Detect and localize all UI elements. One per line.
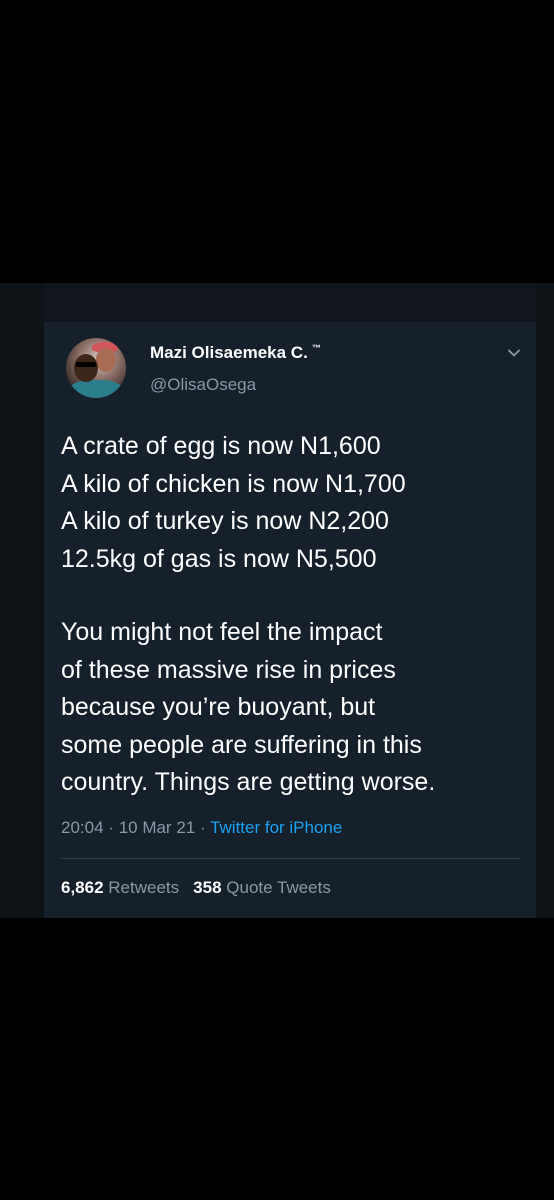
quote-label: Quote Tweets [226, 878, 331, 897]
avatar-face-right [96, 348, 116, 372]
avatar-glasses [76, 362, 96, 367]
display-name-text: Mazi Olisaemeka C. [150, 343, 308, 362]
tweet-line: because you’re buoyant, but [61, 693, 376, 721]
chevron-down-icon[interactable] [505, 344, 523, 362]
tweet-line: some people are suffering in this [61, 730, 422, 759]
retweets-label: Retweets [108, 878, 180, 897]
tweet-line: country. Things are getting worse. [61, 768, 436, 796]
tweet-line: You might not feel the impact [61, 618, 383, 646]
retweets-stat[interactable]: 6,862 Retweets [61, 878, 179, 897]
trademark-symbol: ™ [311, 343, 321, 353]
tweet-text: A crate of egg is now N1,600 A kilo of c… [61, 428, 531, 802]
tweet-date[interactable]: 10 Mar 21 [119, 818, 196, 837]
avatar-face-left [74, 354, 98, 382]
avatar[interactable] [66, 338, 126, 398]
tweet-time[interactable]: 20:04 [61, 818, 104, 837]
tweet-line: 12.5kg of gas is now N5,500 [61, 544, 377, 573]
quote-tweets-stat[interactable]: 358 Quote Tweets [193, 878, 331, 897]
tweet-card: Mazi Olisaemeka C. ™ @OlisaOsega A crate … [44, 322, 536, 918]
tweet-line: A crate of egg is now N1,600 [61, 432, 381, 460]
meta-separator: · [108, 818, 114, 837]
tweet-meta: 20:04 · 10 Mar 21 · Twitter for iPhone [61, 818, 342, 838]
tweet-source-link[interactable]: Twitter for iPhone [210, 818, 342, 837]
display-name[interactable]: Mazi Olisaemeka C. ™ [150, 343, 321, 363]
retweets-count: 6,862 [61, 878, 104, 897]
tweet-line: A kilo of turkey is now N2,200 [61, 507, 389, 535]
user-handle[interactable]: @OlisaOsega [150, 375, 256, 395]
divider [61, 858, 520, 859]
tweet-line: A kilo of chicken is now N1,700 [61, 469, 406, 498]
band-edge-right [536, 283, 554, 918]
tweet-stats: 6,862 Retweets 358 Quote Tweets [61, 878, 331, 898]
meta-separator: · [199, 818, 206, 837]
band-edge-left [0, 283, 44, 918]
quote-count: 358 [193, 878, 222, 897]
tweet-line: of these massive rise in prices [61, 655, 396, 684]
avatar-shirt [70, 380, 122, 398]
